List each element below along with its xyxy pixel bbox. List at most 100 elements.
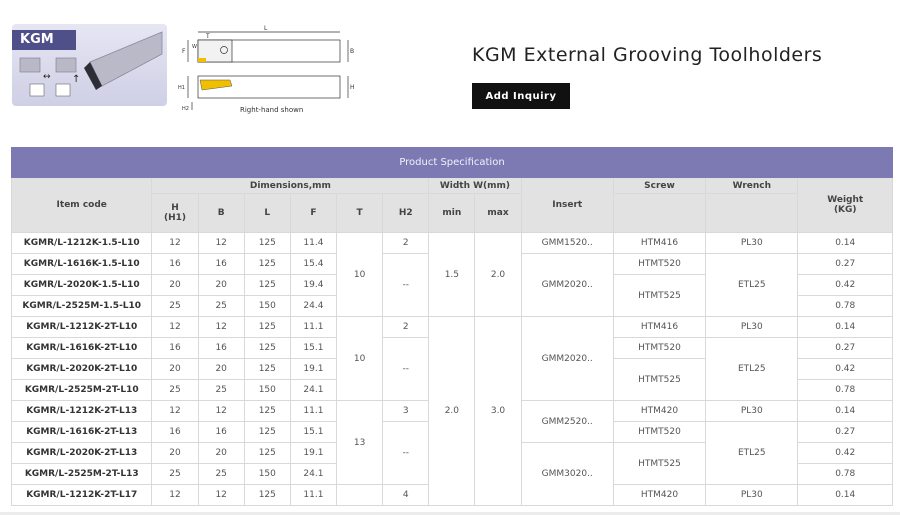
dim-label-t: T [205,33,210,40]
width-min-cell: 1.5 [428,232,476,317]
h2-cell: 2 [382,232,430,254]
header-width: Width W(mm) [428,177,522,194]
f-cell: 24.1 [289,379,338,401]
dim-label-f: F [182,48,186,55]
header-insert: Insert [520,177,614,233]
page-title: KGM External Grooving Toolholders [472,44,823,66]
h-cell: 12 [151,316,199,338]
h-cell: 20 [151,358,199,380]
product-image: ↔ ↑ KGM [12,24,167,106]
b-cell: 16 [197,253,245,275]
wrench-cell: PL30 [705,484,799,506]
header-max: max [474,193,522,233]
item-code-cell: KGMR/L-2020K-1.5-L10 [10,274,153,296]
f-cell: 11.1 [289,484,338,506]
dim-label-h: H [350,84,355,91]
h-cell: 16 [151,253,199,275]
screw-cell: HTMT520 [612,337,707,359]
f-cell: 24.4 [289,295,338,317]
header-wrench: Wrench [705,177,799,194]
f-cell: 15.1 [289,337,338,359]
header-h2: H2 [382,193,430,233]
insert-cell: GMM2020.. [520,253,614,317]
screw-cell: HTM416 [612,316,707,338]
weight-cell: 0.42 [797,358,893,380]
item-code-cell: KGMR/L-1212K-2T-L10 [10,316,153,338]
insert-cell: GMM1520.. [520,232,614,254]
weight-cell: 0.27 [797,337,893,359]
item-code-cell: KGMR/L-2525M-2T-L10 [10,379,153,401]
screw-cell: HTM416 [612,232,707,254]
l-cell: 125 [243,232,291,254]
header-h1-label: (H1) [164,213,187,223]
screw-cell: HTMT525 [612,358,707,401]
insert-cell: GMM2520.. [520,400,614,443]
header-l: L [243,193,291,233]
b-cell: 12 [197,484,245,506]
t-cell [336,484,384,506]
f-cell: 11.4 [289,232,338,254]
b-cell: 16 [197,421,245,443]
b-cell: 12 [197,232,245,254]
screw-cell: HTMT520 [612,421,707,443]
header-screw: Screw [612,177,707,194]
wrench-cell: PL30 [705,232,799,254]
dim-label-l: L [264,25,268,32]
h2-cell: -- [382,337,430,401]
item-code-cell: KGMR/L-1616K-2T-L13 [10,421,153,443]
l-cell: 150 [243,379,291,401]
f-cell: 19.1 [289,358,338,380]
product-specification-table: Product Specification Item code Dimensio… [10,147,893,506]
b-cell: 16 [197,337,245,359]
l-cell: 150 [243,463,291,485]
header-weight-label: Weight [827,195,864,205]
b-cell: 12 [197,316,245,338]
weight-cell: 0.14 [797,400,893,422]
f-cell: 11.1 [289,400,338,422]
table-banner: Product Specification [11,147,893,178]
l-cell: 125 [243,400,291,422]
t-cell: 13 [336,400,384,485]
item-code-cell: KGMR/L-2020K-2T-L13 [10,442,153,464]
weight-cell: 0.42 [797,274,893,296]
b-cell: 25 [197,463,245,485]
h2-cell: 3 [382,400,430,422]
b-cell: 12 [197,400,245,422]
f-cell: 15.4 [289,253,338,275]
wrench-cell: PL30 [705,316,799,338]
weight-cell: 0.27 [797,421,893,443]
item-code-cell: KGMR/L-1616K-2T-L10 [10,337,153,359]
l-cell: 125 [243,274,291,296]
h-cell: 16 [151,421,199,443]
h2-cell: 4 [382,484,430,506]
header-t: T [336,193,384,233]
f-cell: 15.1 [289,421,338,443]
b-cell: 25 [197,379,245,401]
h2-cell: -- [382,421,430,485]
l-cell: 125 [243,316,291,338]
wrench-cell: ETL25 [705,421,799,485]
h-cell: 12 [151,232,199,254]
header-b: B [197,193,245,233]
b-cell: 25 [197,295,245,317]
f-cell: 19.4 [289,274,338,296]
h-cell: 25 [151,463,199,485]
svg-text:↑: ↑ [72,74,80,85]
header-item-code: Item code [10,177,153,233]
header-weight-unit: (KG) [833,205,857,215]
weight-cell: 0.27 [797,253,893,275]
f-cell: 19.1 [289,442,338,464]
f-cell: 11.1 [289,316,338,338]
h-cell: 12 [151,484,199,506]
l-cell: 125 [243,484,291,506]
header-wrench-sub [705,193,799,233]
header-dimensions: Dimensions,mm [151,177,430,194]
b-cell: 20 [197,442,245,464]
series-badge: KGM [12,30,76,50]
screw-cell: HTMT520 [612,253,707,275]
header-h-label: H [171,203,179,213]
screw-cell: HTM420 [612,484,707,506]
add-inquiry-button[interactable]: Add Inquiry [472,83,570,109]
header-screw-sub [612,193,707,233]
l-cell: 125 [243,442,291,464]
